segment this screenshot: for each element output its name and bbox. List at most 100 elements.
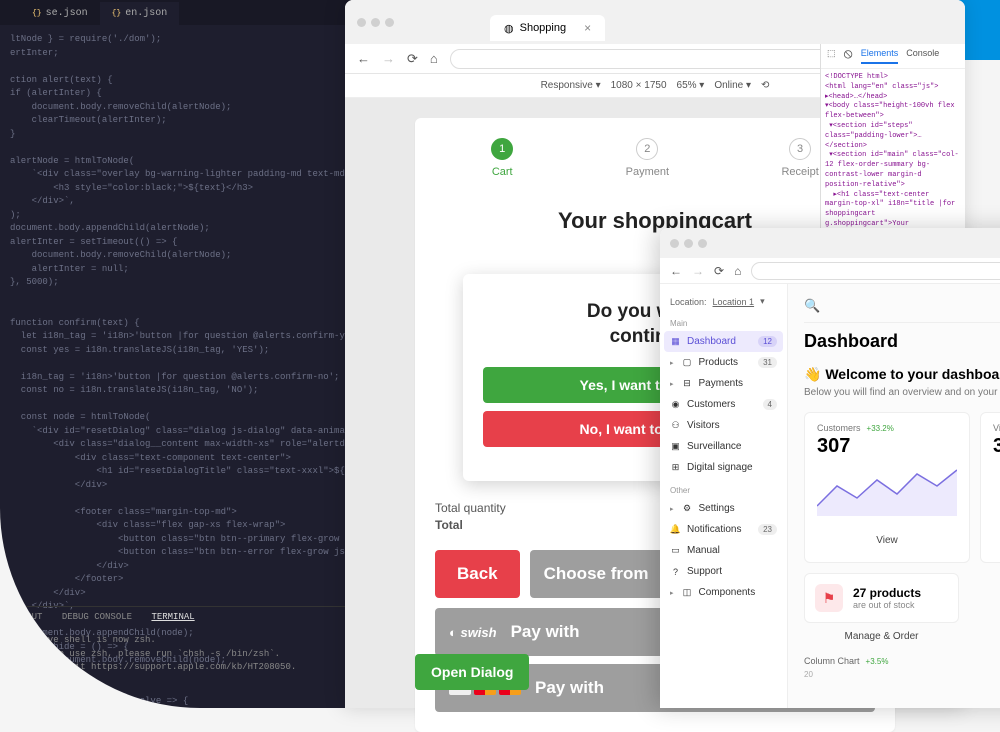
stat-value: 33 [993,435,1000,458]
swish-logo: ◐ swish [449,625,497,640]
customers-icon: ◉ [670,399,681,410]
dom-tree[interactable]: <!DOCTYPE html> <html lang="en" class="j… [821,69,965,244]
device-icon[interactable]: 🛇 [844,48,853,64]
surveillance-icon: ▣ [670,441,681,452]
back-icon[interactable]: ← [357,51,370,66]
alert-title: 27 products [853,586,921,600]
sidebar-item-components[interactable]: ▸◫Components [660,582,787,603]
step-payment[interactable]: 2Payment [626,138,669,178]
book-icon: ▭ [670,545,681,556]
gear-icon: ⚙ [682,503,693,514]
reload-icon[interactable]: ⟳ [714,264,724,278]
dashboard-body: Location: Location 1 ▾ Main ▦Dashboard12… [660,284,1000,708]
sparkline-chart [817,466,957,516]
sidebar-item-signage[interactable]: ⊞Digital signage [660,457,787,478]
sidebar-section-main: Main [660,311,787,331]
open-dialog-button[interactable]: Open Dialog [415,654,529,690]
tab-debug[interactable]: DEBUG CONSOLE [62,612,132,622]
tab-elements[interactable]: Elements [861,48,899,64]
components-icon: ◫ [682,587,693,598]
location-selector[interactable]: Location: Location 1 ▾ [660,292,787,311]
home-icon[interactable]: ⌂ [430,51,438,66]
devtools-panel: ⬚ 🛇 Elements Console <!DOCTYPE html> <ht… [820,44,965,244]
payments-icon: ⊟ [682,378,693,389]
step-cart[interactable]: 1Cart [491,138,513,178]
window-controls[interactable] [670,239,707,248]
checkout-steps: 1Cart 2Payment 3Receipt [435,138,875,178]
viewport-dims[interactable]: 1080 × 1750 [611,80,667,91]
caret-icon: ▸ [670,505,674,513]
dashboard-browser-window: × ← → ⟳ ⌂ Location: Location 1 ▾ Main ▦D… [660,228,1000,708]
visitors-icon: ⚇ [670,420,681,431]
help-icon: ? [670,566,681,577]
stat-label: Customers+33.2% [817,423,957,433]
column-chart-header: Column Chart +3.5% [804,656,1000,666]
browser-chrome: ◍ Shopping × [345,0,965,44]
caret-icon: ▸ [670,380,674,388]
sidebar-item-surveillance[interactable]: ▣Surveillance [660,436,787,457]
json-icon: {} [32,8,42,20]
terminal-tabs: OUTPUT DEBUG CONSOLE TERMINAL [0,606,355,629]
json-icon: {} [112,8,122,20]
step-receipt[interactable]: 3Receipt [781,138,818,178]
view-link[interactable]: View [817,529,957,552]
tab-console[interactable]: Console [906,48,939,64]
sidebar-item-dashboard[interactable]: ▦Dashboard12 [664,331,783,352]
dashboard-address-bar: ← → ⟳ ⌂ [660,258,1000,284]
sidebar-item-support[interactable]: ?Support [660,561,787,582]
rotate-icon[interactable]: ⟲ [761,80,769,91]
sidebar-section-other: Other [660,478,787,498]
responsive-mode[interactable]: Responsive ▾ [541,80,601,91]
close-icon[interactable]: × [584,21,591,35]
editor-tab-en[interactable]: {}en.json [100,2,180,25]
url-input[interactable] [751,262,1000,280]
chart-delta: +3.5% [866,657,889,666]
stock-alert-card[interactable]: ⚑ 27 products are out of stock [804,573,959,623]
zoom-level[interactable]: 65% ▾ [677,80,705,91]
window-controls[interactable] [357,18,394,27]
terminal-body[interactable]: teractive shell is now zsh. account to u… [10,634,345,688]
stat-value: 307 [817,435,957,458]
welcome-subtitle: Below you will find an overview and on y… [804,387,1000,398]
sidebar-item-customers[interactable]: ◉Customers4 [660,394,787,415]
dashboard-chrome: × [660,228,1000,258]
forward-icon[interactable]: → [692,264,704,278]
stat-delta: +33.2% [867,424,894,433]
flag-icon: ⚑ [815,584,843,612]
dashboard-icon: ▦ [670,336,681,347]
bell-icon: 🔔 [670,524,681,535]
sidebar-item-payments[interactable]: ▸⊟Payments [660,373,787,394]
back-button[interactable]: Back [435,550,520,598]
search-icon[interactable]: 🔍 [804,298,820,314]
stat-label: Visitors [993,423,1000,433]
stat-cards: Customers+33.2% 307 View Visitors 33 [804,412,1000,563]
globe-icon: ◍ [504,22,514,35]
dashboard-main: 🔍 Dashboard 👋 Welcome to your dashboard!… [788,284,1000,708]
forward-icon[interactable]: → [382,51,395,66]
home-icon[interactable]: ⌂ [734,264,741,278]
stat-card-visitors: Visitors 33 [980,412,1000,563]
reload-icon[interactable]: ⟳ [407,51,418,67]
manage-link[interactable]: Manage & Order [804,631,959,642]
sidebar-item-manual[interactable]: ▭Manual [660,540,787,561]
inspect-icon[interactable]: ⬚ [827,48,836,64]
sidebar-item-visitors[interactable]: ⚇Visitors [660,415,787,436]
page-title: Dashboard [804,331,1000,352]
browser-tab-shopping[interactable]: ◍ Shopping × [490,15,605,41]
signage-icon: ⊞ [670,462,681,473]
sidebar-item-products[interactable]: ▸▢Products31 [660,352,787,373]
caret-icon: ▸ [670,359,674,367]
devtools-tabs: ⬚ 🛇 Elements Console [821,44,965,69]
sidebar: Location: Location 1 ▾ Main ▦Dashboard12… [660,284,788,708]
sidebar-item-settings[interactable]: ▸⚙Settings [660,498,787,519]
search-row: 🔍 [804,298,1000,323]
caret-icon: ▸ [670,589,674,597]
tab-output[interactable]: OUTPUT [10,612,42,622]
sidebar-item-notifications[interactable]: 🔔Notifications23 [660,519,787,540]
editor-tabs: {}se.json {}en.json [0,0,355,25]
back-icon[interactable]: ← [670,264,682,278]
editor-tab-se[interactable]: {}se.json [20,2,100,25]
tab-terminal[interactable]: TERMINAL [151,612,194,622]
alert-subtitle: are out of stock [853,600,921,610]
network-mode[interactable]: Online ▾ [714,80,751,91]
